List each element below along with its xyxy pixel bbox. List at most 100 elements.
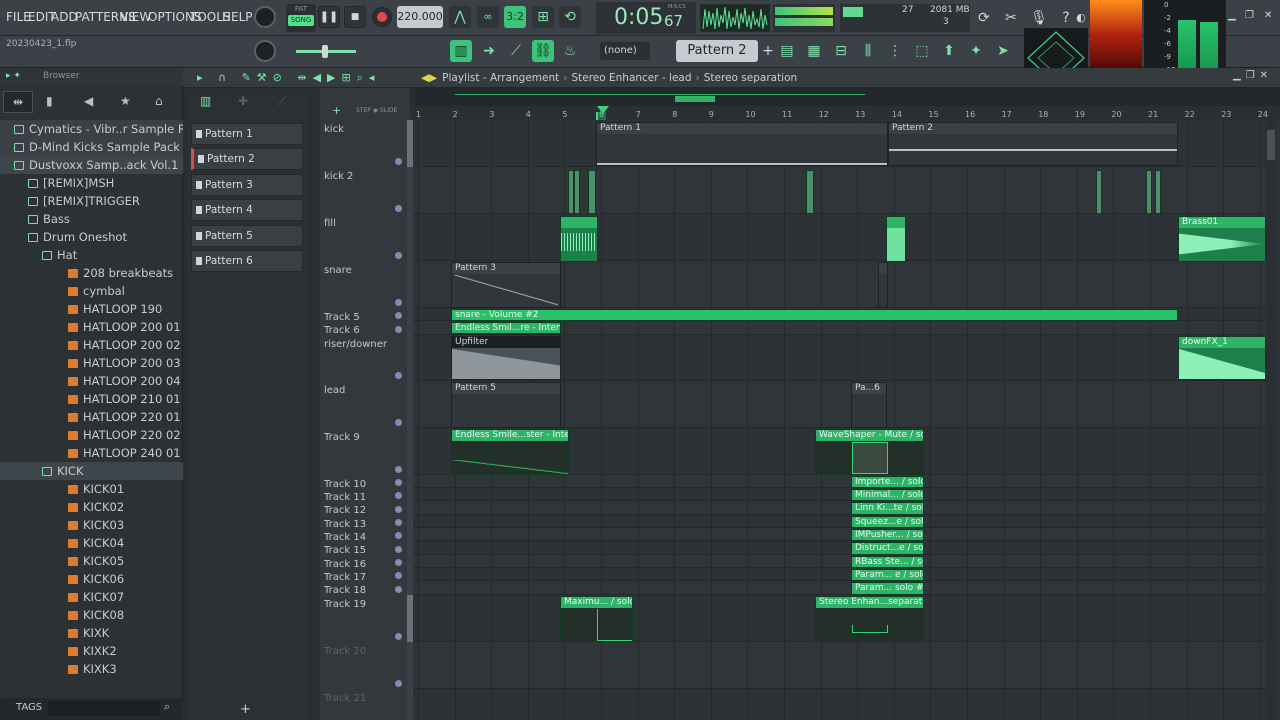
pat-song-switch[interactable]: PAT SONG [286,4,316,32]
menu-view[interactable]: VIEW [120,10,151,24]
pattern-clip[interactable] [878,262,888,308]
track-name[interactable]: Track 16 [324,559,366,570]
track-mute-icon[interactable] [395,419,402,426]
track-name[interactable]: fill [324,218,336,229]
arrow-icon[interactable]: ➜ [478,40,500,62]
browser-item[interactable]: HATLOOP 190 [0,300,183,318]
track-mute-icon[interactable] [395,586,402,593]
menu-add[interactable]: ADD [51,10,78,24]
kick2-clip[interactable] [806,170,814,214]
browser-item[interactable]: KICK06 [0,570,183,588]
track-row-handle[interactable] [407,475,413,488]
loop-record-icon[interactable]: ⟲ [559,6,581,28]
track-name[interactable]: Track 17 [324,572,366,583]
stamp-icon[interactable]: ♨ [559,40,581,62]
track-name[interactable]: Track 20 [324,646,366,657]
track-row-handle[interactable] [407,428,413,475]
track-name[interactable]: Track 10 [324,479,366,490]
browser-item[interactable]: HATLOOP 220 01 [0,408,183,426]
track-row-handle[interactable] [407,120,413,167]
track-name[interactable]: Track 11 [324,492,366,503]
browser-item[interactable]: KIXK2 [0,642,183,660]
tags-search-input[interactable] [48,701,160,716]
microphone-icon[interactable]: 🎙 [1028,7,1050,29]
track-lane[interactable] [410,642,1266,689]
send-icon[interactable]: ➤ [992,40,1014,62]
browser-item[interactable]: cymbal [0,282,183,300]
pattern-clip[interactable]: Pattern 5 [451,382,561,428]
metronome-icon[interactable]: ⋀ [449,6,471,28]
kick2-clip[interactable] [1096,170,1102,214]
automation-clip[interactable]: snare - Volume #2 [451,309,1178,321]
audio-clip[interactable]: downFX_1 [1178,336,1266,380]
track-mute-icon[interactable] [395,519,402,526]
record-button[interactable] [372,7,392,27]
menu-file[interactable]: FILE [6,10,31,24]
menu-help[interactable]: HELP [222,10,253,24]
track-mute-icon[interactable] [395,252,402,259]
track-lane[interactable] [410,581,1266,595]
plugin-picker-icon[interactable]: ⬆ [938,40,960,62]
browser-all-tab[interactable]: ⇹ [3,91,33,113]
time-display[interactable]: 0:05 M:S:CS 67 [596,2,696,34]
track-mute-icon[interactable] [395,546,402,553]
pattern-clip[interactable]: Pa...6 [851,382,887,428]
track-mute-icon[interactable] [395,326,402,333]
reset-icon[interactable]: ⟳ [973,7,995,29]
track-mute-icon[interactable] [395,372,402,379]
playlist-tools[interactable]: ▸ ∩ ✎⚒⊘ ⇹◀▶⊞⌕◂ [197,71,380,85]
track-mute-icon[interactable] [395,532,402,539]
track-mute-icon[interactable] [395,466,402,473]
track-mute-icon[interactable] [395,479,402,486]
stop-button[interactable]: ■ [344,6,366,28]
track-lane[interactable] [410,541,1266,555]
automation-clip[interactable]: Distruct...e / solo [851,542,924,555]
master-pitch-slider[interactable] [296,45,356,58]
track-lane[interactable] [410,515,1266,528]
channel-rack-icon[interactable]: ▦ [803,40,825,62]
pattern-item[interactable]: Pattern 5 [191,224,303,247]
kick2-clip[interactable] [1146,170,1152,214]
automation-clip[interactable]: Minimal... / solo [851,489,924,501]
track-row-handle[interactable] [407,308,413,321]
track-name[interactable]: Track 5 [324,312,360,323]
countdown-icon[interactable]: 3:2 [504,6,526,28]
browser-item[interactable]: D-Mind Kicks Sample Pack [0,138,183,156]
vertical-scrollbar[interactable] [1266,120,1276,720]
browser-item[interactable]: HATLOOP 200 02 [0,336,183,354]
pattern-selector[interactable]: Pattern 2 [676,40,758,62]
browser-favorites-icon[interactable]: ★ [120,94,131,108]
track-mute-icon[interactable] [395,299,402,306]
slice-icon[interactable]: ⟋ [505,40,527,62]
browser-item[interactable]: KICK08 [0,606,183,624]
browser-item[interactable]: [REMIX]MSH [0,174,183,192]
kick2-clip[interactable] [588,170,596,214]
piano-roll-window-icon[interactable]: ⊟ [830,40,852,62]
pattern-clip[interactable]: Pattern 1 [596,122,888,166]
close-icon[interactable]: ✕ [1264,10,1272,21]
track-name[interactable]: snare [324,265,352,276]
browser-item[interactable]: HATLOOP 220 02 [0,426,183,444]
track-mute-icon[interactable] [395,492,402,499]
track-name[interactable]: Track 13 [324,519,366,530]
automation-clip[interactable]: Linn Ki...te / solo [851,502,924,515]
add-pattern-button[interactable]: + [240,702,251,717]
channel-icon[interactable]: ⋮ [884,40,906,62]
track-row-handle[interactable] [407,501,413,515]
track-row-handle[interactable] [407,515,413,528]
track-mute-icon[interactable] [395,158,402,165]
automation-clip[interactable]: Endless Smile...ster - Intensit [451,429,569,475]
pattern-item[interactable]: Pattern 6 [191,250,303,272]
track-name[interactable]: Track 21 [324,693,366,704]
track-row-handle[interactable] [407,555,413,568]
track-lane[interactable] [410,167,1266,214]
browser-item[interactable]: Hat [0,246,183,264]
audio-clip[interactable]: Brass01 [1178,216,1266,262]
tools-icon[interactable]: ✂ [1000,7,1022,29]
browser-item[interactable]: KICK04 [0,534,183,552]
track-row-handle[interactable] [407,642,413,689]
tempo-display[interactable]: 220.000 [397,6,443,28]
fill-clip[interactable] [886,216,906,262]
browser-item[interactable]: 208 breakbeats [0,264,183,282]
browser-files-icon[interactable]: ▮ [46,94,53,108]
